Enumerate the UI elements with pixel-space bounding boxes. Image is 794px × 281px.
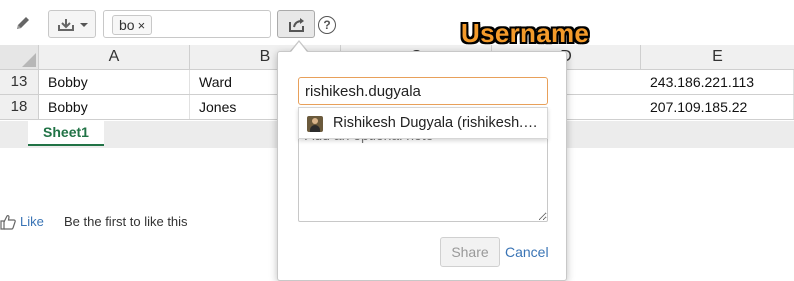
filter-input[interactable]: bo ×	[103, 10, 271, 38]
cell-a[interactable]: Bobby	[39, 70, 190, 94]
like-link[interactable]: Like	[20, 214, 44, 229]
like-row: Like Be the first to like this	[0, 212, 260, 234]
cell-e[interactable]: 207.109.185.22	[641, 95, 794, 119]
column-header-e[interactable]: E	[641, 45, 794, 69]
share-popup: Rishikesh Dugyala (rishikesh.dugyala) Sh…	[277, 51, 567, 281]
cell-a[interactable]: Bobby	[39, 95, 190, 119]
download-button[interactable]	[48, 10, 96, 38]
popup-arrow-fill	[291, 42, 307, 52]
toolbar: bo × ?	[0, 0, 794, 48]
download-icon	[58, 19, 88, 31]
share-button[interactable]: Share	[440, 237, 500, 267]
filter-chip[interactable]: bo ×	[112, 15, 153, 35]
filter-chip-label: bo	[119, 17, 135, 33]
cancel-link[interactable]: Cancel	[505, 244, 549, 260]
share-button-toolbar[interactable]	[277, 10, 315, 38]
chip-remove-icon[interactable]: ×	[138, 18, 146, 33]
row-header[interactable]: 13	[0, 70, 39, 94]
cell-e[interactable]: 243.186.221.113	[641, 70, 794, 94]
column-header-a[interactable]: A	[39, 45, 190, 69]
user-suggestion-item[interactable]: Rishikesh Dugyala (rishikesh.dugyala)	[298, 107, 548, 139]
like-status-text: Be the first to like this	[64, 214, 188, 229]
help-icon[interactable]: ?	[318, 16, 336, 34]
share-icon	[289, 18, 304, 32]
thumbs-up-icon[interactable]	[0, 214, 16, 235]
select-all-corner[interactable]	[0, 45, 39, 69]
row-header[interactable]: 18	[0, 95, 39, 119]
tab-sheet1[interactable]: Sheet1	[28, 121, 104, 146]
username-input[interactable]	[298, 77, 548, 105]
pencil-icon[interactable]	[14, 15, 32, 33]
suggestion-label: Rishikesh Dugyala (rishikesh.dugyala)	[333, 115, 543, 131]
avatar	[307, 116, 323, 132]
